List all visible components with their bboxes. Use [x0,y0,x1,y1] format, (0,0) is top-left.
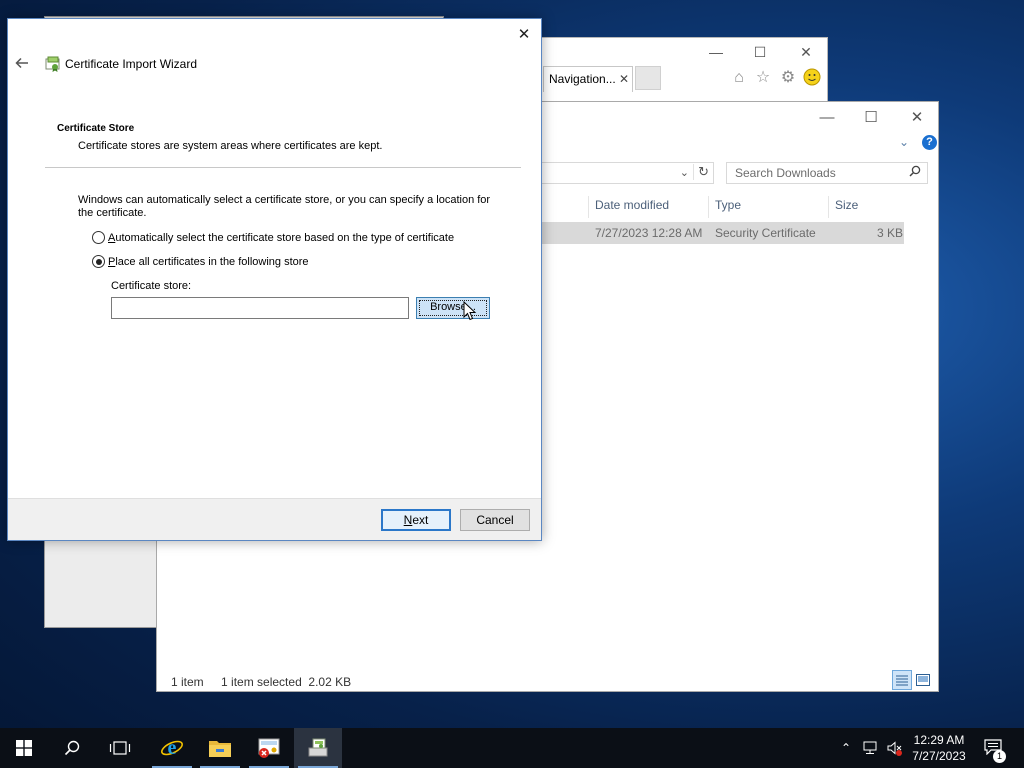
wizard-footer: Next Cancel [8,498,541,540]
file-type: Security Certificate [715,226,816,240]
wizard-title: Certificate Import Wizard [65,57,198,71]
section-description: Certificate stores are system areas wher… [78,140,383,152]
wizard-close-button[interactable]: ✕ [513,25,535,45]
radio-button-checked[interactable] [92,255,105,268]
network-icon[interactable] [862,740,878,756]
mouse-cursor-icon [463,300,477,321]
ie-tab-close-icon[interactable]: ✕ [619,67,629,91]
file-explorer-icon [209,741,231,757]
chevron-down-icon[interactable]: ⌄ [680,166,689,179]
ie-tab-navigation[interactable]: Navigation... ✕ [543,66,633,92]
clock-date: 7/27/2023 [912,749,966,763]
taskbar-file-explorer[interactable] [196,728,244,768]
taskbar-internet-explorer[interactable]: e [148,728,196,768]
radio-button[interactable] [92,231,105,244]
divider [45,167,521,168]
ie-new-tab-button[interactable] [635,66,661,90]
svg-text:e: e [168,737,177,759]
home-icon[interactable]: ⌂ [729,68,749,88]
column-header-size[interactable]: Size [828,196,904,218]
column-header-date-modified[interactable]: Date modified [588,196,708,218]
file-size: 3 KB [877,226,904,240]
file-date-modified: 7/27/2023 12:28 AM [595,226,703,240]
explorer-close-button[interactable]: ✕ [897,107,937,129]
internet-explorer-icon: e [161,737,183,759]
ie-tab-label: Navigation... [549,72,616,86]
cancel-button[interactable]: Cancel [460,509,530,531]
task-view-button[interactable] [96,728,144,768]
address-bar[interactable]: ⌄ ↻ [542,162,714,184]
option-label: lace all certificates in the following s… [115,256,309,268]
status-item-count: 1 item [171,675,204,689]
task-view-icon [109,741,131,755]
start-icon [16,740,32,756]
explorer-maximize-button[interactable]: ☐ [851,107,891,129]
favorites-star-icon[interactable]: ☆ [753,68,773,88]
details-view-button[interactable] [892,670,912,690]
status-bar: 1 item 1 item selected 2.02 KB [171,675,365,689]
notification-count-badge: 1 [993,750,1006,763]
certificate-import-icon [308,738,328,757]
next-label: ext [412,513,429,527]
volume-muted-icon[interactable] [886,740,902,756]
taskbar-certificate-window[interactable] [245,728,293,768]
smiley-feedback-icon[interactable] [802,68,822,88]
taskbar-certificate-import-wizard[interactable] [294,728,342,768]
gear-icon[interactable]: ⚙ [778,68,798,88]
option-label: utomatically select the certificate stor… [115,232,455,244]
search-input[interactable] [727,163,897,183]
certificate-store-label: Certificate store: [111,280,192,292]
start-button[interactable] [0,728,48,768]
search-icon [64,740,80,756]
section-title: Certificate Store [57,123,135,134]
show-hidden-icons-chevron-icon[interactable]: ⌃ [838,740,854,756]
clock-time: 12:29 AM [913,733,965,747]
radio-place-in-store[interactable]: Place all certificates in the following … [92,255,309,268]
help-icon[interactable]: ? [922,135,937,150]
taskbar-search-button[interactable] [48,728,96,768]
large-icons-view-button[interactable] [915,672,931,688]
certificate-store-field[interactable] [111,297,409,319]
file-row[interactable]: 7/27/2023 12:28 AM Security Certificate … [542,222,904,244]
intro-text: Windows can automatically select a certi… [78,194,491,219]
refresh-icon[interactable]: ↻ [693,164,709,180]
certificate-error-icon [258,738,280,758]
search-box[interactable] [726,162,928,184]
ie-maximize-button[interactable]: ☐ [745,42,775,62]
column-header-type[interactable]: Type [708,196,828,218]
next-button[interactable]: Next [381,509,451,531]
search-icon [909,165,921,180]
status-selection: 1 item selected 2.02 KB [221,675,352,689]
radio-automatic-store[interactable]: Automatically select the certificate sto… [92,231,454,244]
taskbar-clock[interactable]: 12:29 AM 7/27/2023 [905,732,973,764]
ie-close-button[interactable]: ✕ [791,42,821,62]
explorer-minimize-button[interactable]: — [807,107,847,129]
certificate-icon [44,56,62,72]
taskbar: e ⌃ 12:29 AM 7/27/2023 [0,728,1024,768]
back-arrow-icon[interactable] [14,55,32,73]
browse-button[interactable]: Browse... [416,297,490,319]
certificate-import-wizard-dialog: ✕ Certificate Import Wizard Certificate … [7,18,542,541]
ribbon-expand-chevron-icon[interactable]: ⌄ [899,135,913,149]
ie-minimize-button[interactable]: — [701,42,731,62]
